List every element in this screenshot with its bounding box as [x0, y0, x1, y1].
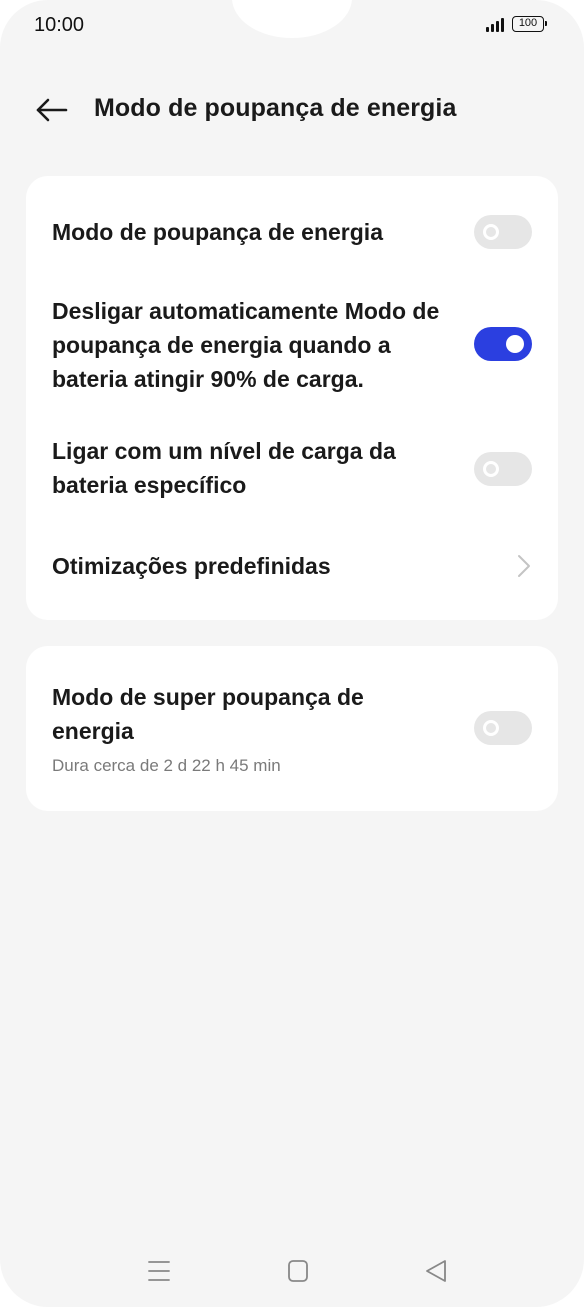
super-power-saving-row[interactable]: Modo de super poupança de energia Dura c… [26, 680, 558, 780]
super-power-saving-card: Modo de super poupança de energia Dura c… [26, 646, 558, 811]
status-icons: 100 [486, 16, 547, 32]
arrow-left-icon[interactable] [34, 92, 70, 128]
back-icon[interactable] [417, 1255, 457, 1287]
signal-icon [486, 16, 504, 32]
toggle-knob [506, 335, 524, 353]
super-power-saving-toggle[interactable] [474, 711, 532, 745]
chevron-right-icon [514, 554, 532, 578]
super-power-saving-label: Modo de super poupança de energia [52, 684, 364, 744]
auto-disable-label: Desligar automaticamente Modo de poupanç… [52, 298, 440, 392]
battery-icon: 100 [512, 16, 547, 32]
power-saving-mode-toggle[interactable] [474, 215, 532, 249]
preset-optimizations-label: Otimizações predefinidas [52, 553, 331, 579]
power-saving-settings-card: Modo de poupança de energia Desligar aut… [26, 176, 558, 620]
page-title: Modo de poupança de energia [94, 94, 457, 122]
page-header: Modo de poupança de energia [0, 80, 584, 140]
home-icon[interactable] [278, 1255, 318, 1287]
power-saving-mode-row[interactable]: Modo de poupança de energia [26, 206, 558, 258]
auto-disable-row[interactable]: Desligar automaticamente Modo de poupanç… [26, 292, 558, 398]
battery-level-trigger-row[interactable]: Ligar com um nível de carga da bateria e… [26, 432, 558, 504]
auto-disable-toggle[interactable] [474, 327, 532, 361]
status-bar: 10:00 100 [0, 0, 584, 52]
status-time: 10:00 [34, 14, 85, 36]
preset-optimizations-row[interactable]: Otimizações predefinidas [26, 540, 558, 592]
navigation-bar [0, 1237, 584, 1307]
screen: 10:00 100 Modo de poupança de energia Mo… [0, 0, 584, 1307]
toggle-knob [483, 224, 499, 240]
toggle-knob [483, 461, 499, 477]
battery-level-trigger-toggle[interactable] [474, 452, 532, 486]
battery-level-trigger-label: Ligar com um nível de carga da bateria e… [52, 438, 396, 498]
menu-icon[interactable] [139, 1255, 179, 1287]
super-power-saving-duration: Dura cerca de 2 d 22 h 45 min [52, 756, 281, 775]
toggle-knob [483, 720, 499, 736]
power-saving-mode-label: Modo de poupança de energia [52, 219, 383, 245]
